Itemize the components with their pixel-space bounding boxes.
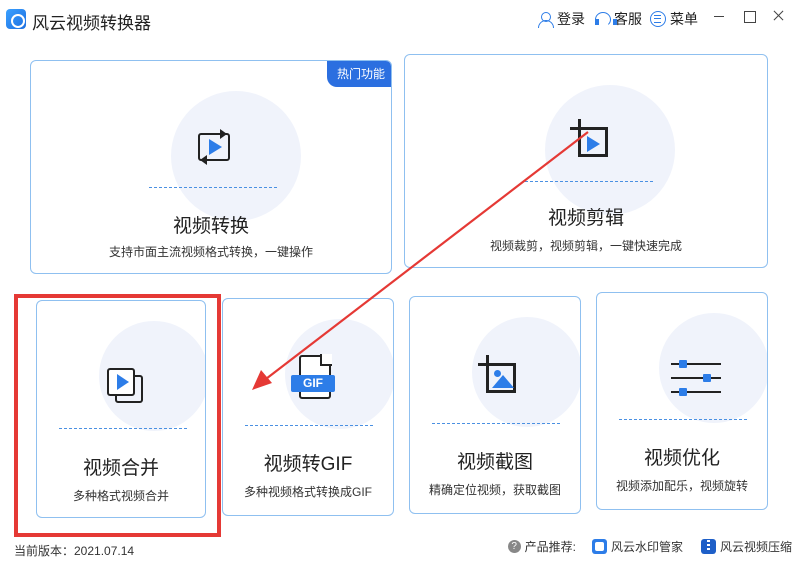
help-icon[interactable]: ?: [507, 540, 521, 553]
headset-icon: [594, 11, 617, 27]
menu-icon: [650, 11, 666, 27]
hot-feature-badge: 热门功能: [326, 61, 391, 87]
compress-app-icon[interactable]: [700, 539, 716, 554]
highlight-box: [14, 294, 221, 537]
card-desc: 支持市面主流视频格式转换，一键操作: [108, 245, 313, 259]
card-desc: 多种视频格式转换成GIF: [244, 485, 372, 499]
login-label: 登录: [557, 11, 585, 27]
login-button[interactable]: 登录: [537, 9, 585, 29]
card-title: 视频剪辑: [547, 208, 624, 229]
customer-service-button[interactable]: 客服: [594, 9, 642, 29]
service-label: 客服: [614, 11, 642, 27]
divider: [245, 425, 373, 426]
divider: [432, 423, 560, 424]
product-link-watermark[interactable]: 风云水印管家: [611, 538, 683, 555]
card-title: 视频优化: [643, 448, 720, 469]
card-video-optimize[interactable]: 视频优化 视频添加配乐，视频旋转: [596, 292, 768, 510]
recommend-label: 产品推荐:: [524, 540, 576, 554]
version-label: 当前版本：2021.07.14: [14, 544, 135, 558]
sliders-icon: [671, 359, 721, 401]
card-video-screenshot[interactable]: 视频截图 精确定位视频，获取截图: [409, 296, 581, 514]
product-link-compress[interactable]: 风云视频压缩: [720, 538, 792, 555]
card-title: 视频截图: [456, 452, 533, 473]
user-icon: [537, 11, 554, 28]
card-desc: 精确定位视频，获取截图: [428, 483, 561, 497]
menu-button[interactable]: 菜单: [650, 9, 698, 29]
decor-blob: [171, 91, 301, 221]
card-video-convert[interactable]: 热门功能 视频转换 支持市面主流视频格式转换，一键操作: [30, 60, 392, 274]
divider: [525, 181, 653, 182]
divider: [619, 419, 747, 420]
screenshot-icon: [478, 355, 524, 401]
card-desc: 视频裁剪，视频剪辑，一键快速完成: [489, 239, 682, 253]
card-video-edit[interactable]: 视频剪辑 视频裁剪，视频剪辑，一键快速完成: [404, 54, 768, 268]
card-title: 视频转换: [172, 216, 249, 237]
minimize-icon[interactable]: [708, 6, 730, 26]
crop-icon: [570, 119, 616, 165]
watermark-app-icon[interactable]: [591, 539, 607, 554]
product-recommend-bar: ? 产品推荐: 风云水印管家 风云视频压缩: [507, 538, 792, 555]
divider: [149, 187, 277, 188]
card-desc: 视频添加配乐，视频旋转: [615, 479, 748, 493]
card-title: 视频转GIF: [263, 454, 353, 475]
app-logo-icon: [6, 9, 26, 29]
convert-icon: [194, 127, 234, 167]
gif-file-icon: GIF: [291, 354, 337, 405]
close-icon[interactable]: [768, 6, 790, 26]
title-bar: 风云视频转换器 登录 客服 菜单: [0, 0, 800, 36]
menu-label: 菜单: [670, 11, 698, 27]
app-title: 风云视频转换器: [32, 14, 151, 33]
card-video-gif[interactable]: GIF 视频转GIF 多种视频格式转换成GIF: [222, 298, 394, 516]
maximize-icon[interactable]: [738, 6, 760, 26]
